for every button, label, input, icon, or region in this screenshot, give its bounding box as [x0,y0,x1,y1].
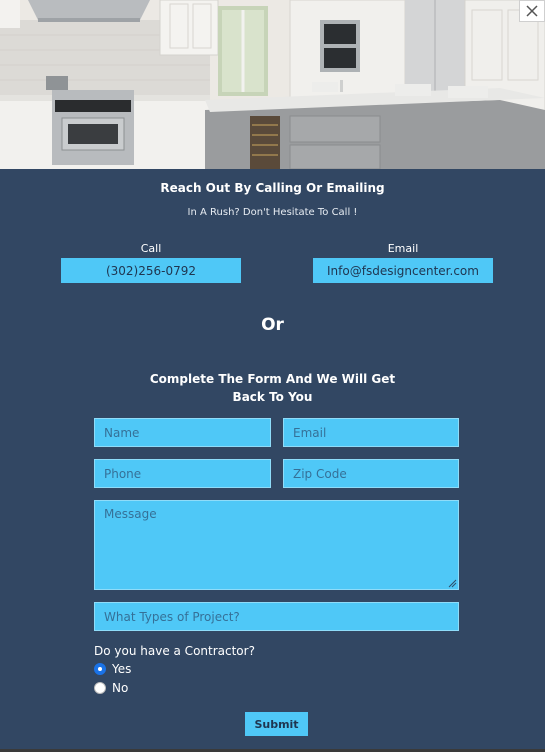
name-input[interactable] [94,418,271,447]
radio-option-no[interactable]: No [94,681,128,695]
contact-subtitle: In A Rush? Don't Hesitate To Call ! [187,207,358,218]
email-input[interactable] [283,418,459,447]
phone-input[interactable] [94,459,271,488]
email-label: Email [387,242,419,255]
project-type-input[interactable] [94,602,459,631]
submit-button[interactable]: Submit [245,712,308,736]
close-icon [526,5,538,17]
contact-panel: Reach Out By Calling Or Emailing In A Ru… [0,169,545,749]
radio-option-yes[interactable]: Yes [94,662,131,676]
email-address-link[interactable]: Info@fsdesigncenter.com [313,258,493,283]
radio-label-yes: Yes [112,662,132,676]
close-button[interactable] [519,0,545,22]
or-divider: Or [261,315,284,335]
phone-number-link[interactable]: (302)256-0792 [61,258,241,283]
radio-label-no: No [112,681,129,695]
zip-code-input[interactable] [283,459,459,488]
call-label: Call [140,242,162,255]
radio-checked-icon[interactable] [94,663,106,675]
form-heading-line2: Back To You [232,390,313,404]
contact-title: Reach Out By Calling Or Emailing [160,181,385,195]
contractor-question: Do you have a Contractor? [94,644,255,658]
resize-grip-icon[interactable] [448,579,457,588]
kitchen-hero-image [0,0,545,169]
radio-unchecked-icon[interactable] [94,682,106,694]
form-heading-line1: Complete The Form And We Will Get [149,372,396,386]
message-textarea[interactable] [94,500,459,590]
